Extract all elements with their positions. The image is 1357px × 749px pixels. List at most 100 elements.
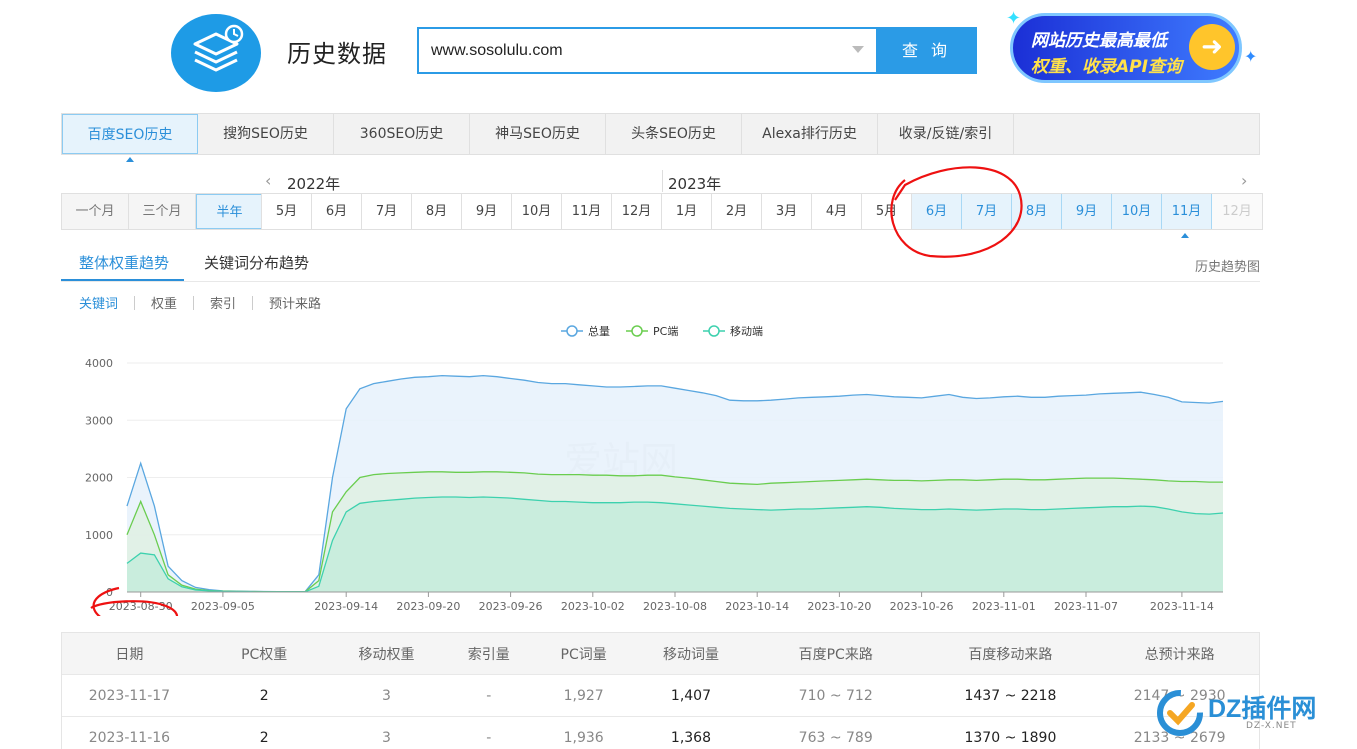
column-header: 移动词量 [662,646,719,663]
month-option[interactable]: 7月 [362,194,412,229]
metric-tab-index[interactable]: 索引 [210,293,236,312]
metric-tab-weight[interactable]: 权重 [151,293,177,312]
column-header: 索引量 [467,646,510,663]
page-title: 历史数据 [287,40,387,68]
month-option: 12月 [1212,194,1262,229]
table-cell: 3 [382,729,391,746]
range-one-month[interactable]: 一个月 [62,194,129,229]
x-tick-label: 2023-11-14 [1150,600,1214,613]
x-tick-label: 2023-10-02 [561,600,625,613]
promo-headline: 网站历史最高最低 [1031,31,1167,51]
year-label-2023: 2023年 [668,175,722,193]
metric-tab-keywords[interactable]: 关键词 [79,293,118,312]
month-option[interactable]: 7月 [962,194,1012,229]
selected-month-pointer [1181,233,1189,238]
metric-divider [193,295,195,310]
month-option[interactable]: 8月 [412,194,462,229]
month-option[interactable]: 10月 [512,194,562,229]
table-cell: 2 [259,687,269,704]
tab-overall-weight-trend[interactable]: 整体权重趋势 [79,252,169,273]
sparkle-icon: ✦ [1244,47,1258,66]
range-three-months[interactable]: 三个月 [129,194,196,229]
month-option[interactable]: 3月 [762,194,812,229]
table-cell: 1,927 [563,687,604,704]
month-option[interactable]: 5月 [862,194,912,229]
keyword-trend-chart: 01000200030004000爱站网2023-08-302023-09-05… [61,316,1260,631]
month-option[interactable]: 11月 [1162,194,1212,229]
tab-baidu-seo[interactable]: 百度SEO历史 [62,114,198,154]
table-cell: 2023-11-17 [88,687,171,704]
month-option[interactable]: 10月 [1112,194,1162,229]
arrow-right-icon[interactable]: ➜ [1189,24,1235,70]
month-option[interactable]: 11月 [562,194,612,229]
x-tick-label: 2023-10-20 [807,600,871,613]
dropdown-caret-icon[interactable] [852,46,864,53]
legend-marker [566,325,578,337]
table-cell: 2023-11-16 [88,729,171,746]
x-tick-label: 2023-09-05 [191,600,255,613]
tab-keyword-distribution-trend[interactable]: 关键词分布趋势 [204,252,309,273]
y-tick-label: 2000 [85,472,113,485]
history-chart-link[interactable]: 历史趋势图 [1195,256,1260,275]
table-cell: 2 [259,729,269,746]
month-option[interactable]: 8月 [1012,194,1062,229]
active-tab-underline [61,279,184,281]
x-tick-label: 2023-10-14 [725,600,789,613]
chevron-left-icon[interactable]: ‹ [265,171,271,190]
search-button[interactable]: 查 询 [876,27,977,74]
promo-subline: 权重、收录API查询 [1031,57,1182,77]
api-promo-banner[interactable]: 网站历史最高最低 权重、收录API查询 ➜ [1010,13,1242,83]
column-header: 百度PC来路 [798,646,873,663]
month-option[interactable]: 2月 [712,194,762,229]
tab-360-seo[interactable]: 360SEO历史 [334,114,470,154]
legend-label: PC端 [653,325,678,338]
chart-canvas: 01000200030004000爱站网2023-08-302023-09-05… [85,324,1224,631]
metric-divider [134,295,136,310]
y-tick-label: 4000 [85,357,113,370]
tab-toutiao-seo[interactable]: 头条SEO历史 [606,114,742,154]
active-tab-pointer [126,157,134,162]
range-half-year[interactable]: 半年 [196,194,263,229]
table-row: 2023-11-17 2 3 - 1,927 1,407 710 ~ 712 1437 ~ 2… [62,675,1259,717]
time-range-selector: 一个月 三个月 半年 [61,193,264,230]
month-option[interactable]: 6月 [912,194,962,229]
stack-clock-icon [193,24,244,72]
history-data-table: 日期 PC权重 移动权重 索引量 PC词量 移动词量 百度PC来路 百度移动来路 总预计来路 20… [61,632,1260,749]
month-option[interactable]: 6月 [312,194,362,229]
table-cell: - [486,729,492,746]
tab-sogou-seo[interactable]: 搜狗SEO历史 [198,114,334,154]
tab-shenma-seo[interactable]: 神马SEO历史 [470,114,606,154]
table-cell: 1437 ~ 2218 [964,687,1057,704]
table-cell: 710 ~ 712 [798,687,873,704]
x-tick-label: 2023-09-26 [479,600,543,613]
column-header: PC词量 [560,646,607,663]
metric-tab-traffic[interactable]: 预计来路 [269,293,321,312]
month-option[interactable]: 5月 [262,194,312,229]
table-cell: 763 ~ 789 [798,729,873,746]
x-tick-label: 2023-09-20 [396,600,460,613]
column-header: 百度移动来路 [968,646,1053,663]
dz-logo-text: DZ插件网 [1208,695,1317,723]
chevron-right-icon[interactable]: › [1241,171,1247,190]
table-cell: 1,368 [670,729,711,746]
column-header: 移动权重 [358,646,415,663]
column-header: 总预计来路 [1144,646,1215,663]
month-option[interactable]: 9月 [462,194,512,229]
tab-alexa-rank[interactable]: Alexa排行历史 [742,114,878,154]
tab-index-backlinks[interactable]: 收录/反链/索引 [878,114,1014,154]
site-logo[interactable] [171,14,261,92]
month-option[interactable]: 12月 [612,194,662,229]
metric-divider [252,295,254,310]
month-option[interactable]: 1月 [662,194,712,229]
table-cell: 1370 ~ 1890 [964,729,1057,746]
month-option[interactable]: 9月 [1062,194,1112,229]
table-cell: 3 [382,687,391,704]
search-field[interactable] [417,27,877,74]
legend-label: 移动端 [730,325,763,338]
search-input[interactable] [431,29,851,72]
y-tick-label: 3000 [85,414,113,427]
month-option[interactable]: 4月 [812,194,862,229]
year-divider [662,170,663,192]
x-tick-label: 2023-09-14 [314,600,378,613]
dz-watermark-logo: DZ插件网 DZ-X.NET [1152,683,1352,743]
